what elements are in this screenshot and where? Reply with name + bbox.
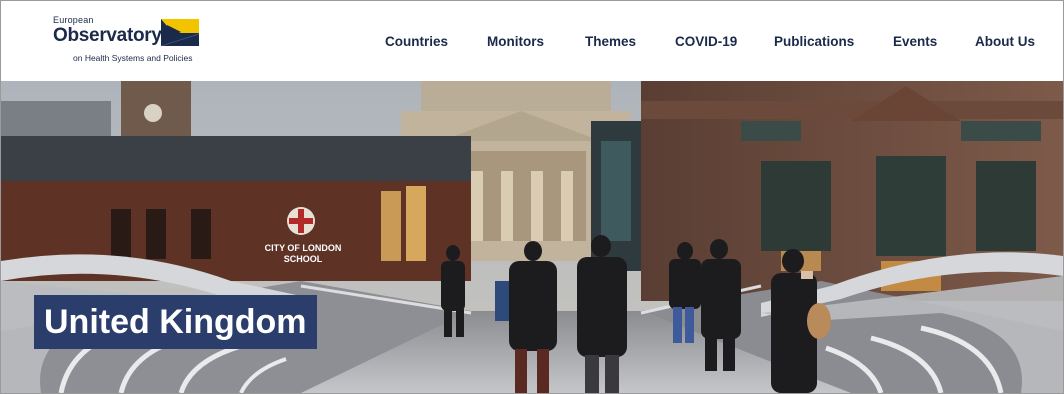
country-title-banner: United Kingdom	[34, 295, 317, 349]
nav-monitors[interactable]: Monitors	[487, 34, 544, 52]
logo-main-text: Observatory	[53, 25, 162, 46]
logo-top-text: European	[53, 15, 94, 25]
nav-covid-19[interactable]: COVID-19	[675, 34, 737, 52]
nav-countries[interactable]: Countries	[385, 34, 448, 52]
logo-flag-icon	[161, 19, 199, 46]
nav-themes[interactable]: Themes	[585, 34, 636, 52]
page-frame: European Observatory on Health Systems a…	[0, 0, 1064, 394]
nav-about-us[interactable]: About Us	[975, 34, 1035, 52]
building-sign-line2: SCHOOL	[284, 254, 323, 264]
hero-banner: CITY OF LONDON SCHOOL United Kingdom	[1, 81, 1063, 393]
nav-events[interactable]: Events	[893, 34, 937, 52]
nav-publications[interactable]: Publications	[774, 34, 854, 52]
observatory-logo[interactable]: European Observatory on Health Systems a…	[53, 15, 213, 67]
site-header: European Observatory on Health Systems a…	[1, 1, 1063, 81]
building-sign-line1: CITY OF LONDON	[265, 243, 342, 253]
logo-sub-text: on Health Systems and Policies	[73, 53, 193, 63]
